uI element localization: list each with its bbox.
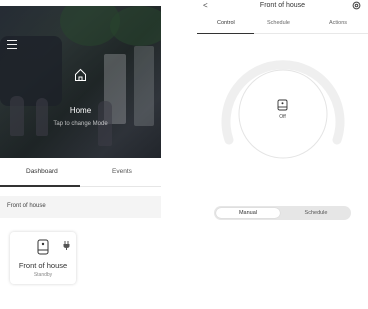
device-status: Standby [33,272,53,278]
device-control-panel: < Front of house Control Schedule Action… [197,0,368,309]
tab-control[interactable]: Control [217,20,235,26]
active-tab-indicator [0,185,80,187]
smart-plug-icon [37,239,49,255]
tab-events[interactable]: Events [112,168,132,175]
section-header: Front of house [0,196,161,218]
active-tab-indicator [197,33,254,34]
schedule-mode-button[interactable]: Schedule [284,208,348,218]
hero-photo-person [10,96,24,136]
tab-actions[interactable]: Actions [329,20,347,26]
plug-icon [63,241,70,250]
device-title: Front of house [259,2,306,9]
hero-photo-tree [110,6,161,46]
device-name: Front of house [18,261,68,270]
settings-icon[interactable] [352,1,361,10]
menu-icon[interactable] [7,40,17,49]
mode-subtitle: Tap to change Mode [53,121,108,127]
section-label: Front of house [7,203,46,209]
dashboard-panel: Home Tap to change Mode Dashboard Events… [0,0,161,309]
hero-photo-person [36,98,48,136]
power-state-label: Off [279,114,286,120]
mode-title: Home [69,106,92,115]
home-icon [75,68,86,81]
device-tabs: Control Schedule Actions [197,17,368,34]
manual-mode-button[interactable]: Manual [216,208,280,218]
device-card[interactable]: Front of house Standby [10,232,76,284]
dashboard-tabs: Dashboard Events [0,158,161,187]
tab-dashboard[interactable]: Dashboard [26,168,58,175]
smart-plug-icon [277,99,288,111]
mode-hero-banner[interactable]: Home Tap to change Mode [0,6,161,158]
tab-schedule[interactable]: Schedule [267,20,290,26]
mode-toggle: Manual Schedule [214,206,351,220]
